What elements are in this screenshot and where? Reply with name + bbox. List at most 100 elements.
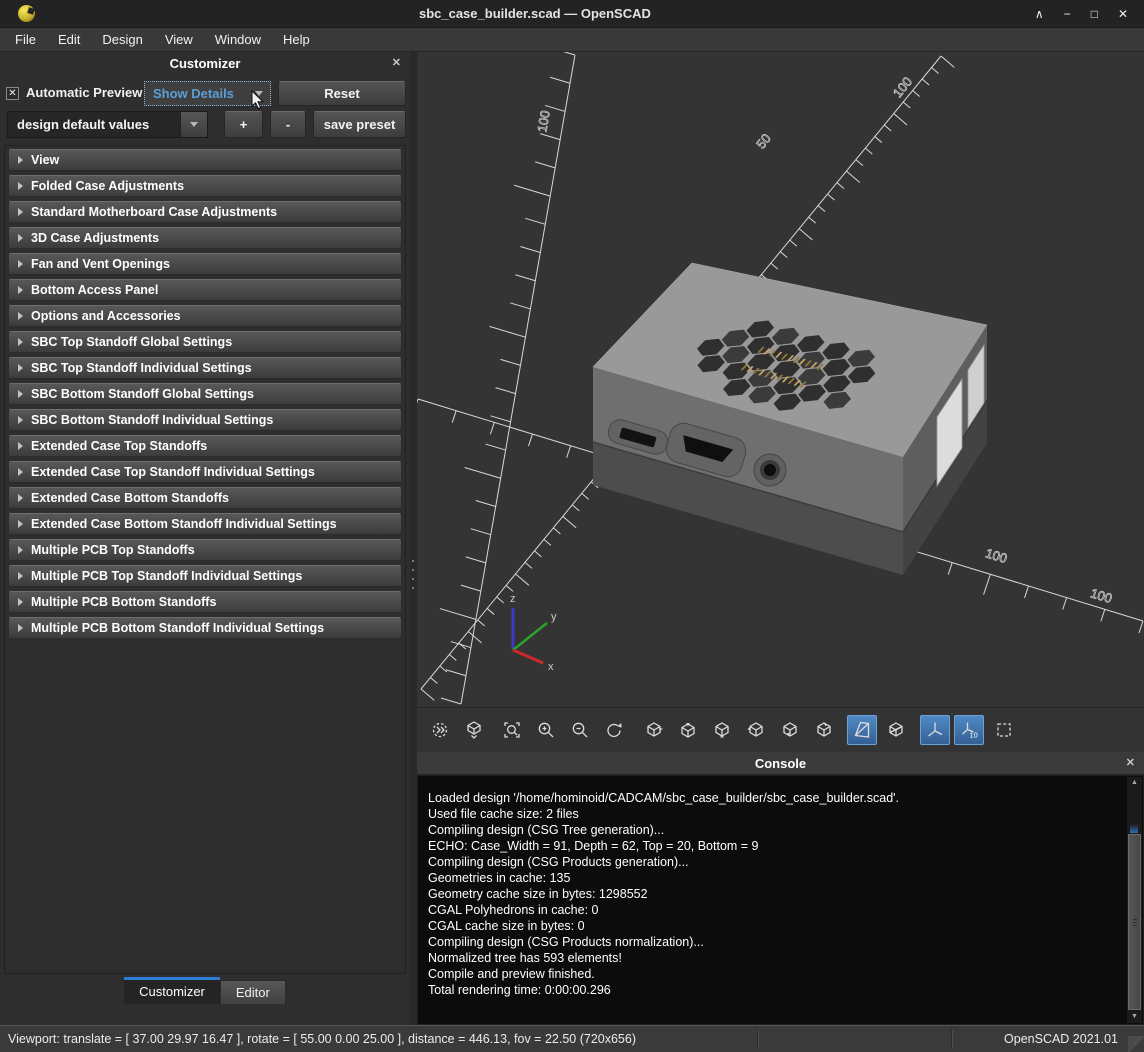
view-all-button[interactable] bbox=[459, 715, 489, 745]
customizer-section-list: View Folded Case Adjustments Standard Mo… bbox=[4, 145, 406, 974]
console-scrollbar[interactable]: ▲ ▼ bbox=[1127, 777, 1142, 1023]
section-view[interactable]: View bbox=[8, 149, 402, 171]
console-close-icon[interactable]: ✕ bbox=[1126, 756, 1135, 770]
section-ext-bottom-individual[interactable]: Extended Case Bottom Standoff Individual… bbox=[8, 513, 402, 535]
reset-rotation-icon bbox=[604, 720, 624, 740]
view-left-button[interactable] bbox=[741, 715, 771, 745]
customizer-controls-row1: Automatic Preview Show Details Reset bbox=[0, 81, 410, 107]
view-back-button[interactable] bbox=[809, 715, 839, 745]
console-line: CGAL Polyhedrons in cache: 0 bbox=[428, 902, 1119, 918]
svg-text:10: 10 bbox=[970, 731, 978, 740]
resize-grip[interactable] bbox=[1128, 1036, 1144, 1052]
console-line: Compiling design (CSG Tree generation)..… bbox=[428, 822, 1119, 838]
add-preset-button[interactable]: + bbox=[224, 111, 263, 138]
tab-editor[interactable]: Editor bbox=[220, 980, 286, 1004]
splitter-handle-icon bbox=[412, 560, 414, 562]
window-controls: ∧ − □ ✕ bbox=[1035, 7, 1128, 21]
console-log[interactable]: Loaded design '/home/hominoid/CADCAM/sbc… bbox=[417, 775, 1144, 1025]
close-button[interactable]: ✕ bbox=[1118, 7, 1128, 21]
section-sbc-top-global[interactable]: SBC Top Standoff Global Settings bbox=[8, 331, 402, 353]
console-panel: Console ✕ Loaded design '/home/hominoid/… bbox=[417, 752, 1144, 1025]
zoom-in-button[interactable] bbox=[531, 715, 561, 745]
chevron-right-icon bbox=[18, 624, 23, 632]
menu-edit[interactable]: Edit bbox=[47, 28, 91, 52]
view-bottom-icon bbox=[712, 720, 732, 740]
section-folded-case[interactable]: Folded Case Adjustments bbox=[8, 175, 402, 197]
orthogonal-button[interactable] bbox=[881, 715, 911, 745]
automatic-preview-checkbox[interactable] bbox=[6, 87, 19, 100]
zoom-fit-button[interactable] bbox=[497, 715, 527, 745]
customizer-close-icon[interactable]: ✕ bbox=[392, 56, 401, 70]
3d-viewport[interactable]: 100 50 100 100 100 bbox=[417, 52, 1144, 707]
view-bottom-button[interactable] bbox=[707, 715, 737, 745]
menu-view[interactable]: View bbox=[154, 28, 204, 52]
section-ext-bottom-standoffs[interactable]: Extended Case Bottom Standoffs bbox=[8, 487, 402, 509]
maximize-button[interactable]: □ bbox=[1091, 7, 1098, 21]
reset-view-icon bbox=[430, 720, 450, 740]
section-multi-pcb-top[interactable]: Multiple PCB Top Standoffs bbox=[8, 539, 402, 561]
view-top-button[interactable] bbox=[673, 715, 703, 745]
menu-file[interactable]: File bbox=[4, 28, 47, 52]
section-ext-top-individual[interactable]: Extended Case Top Standoff Individual Se… bbox=[8, 461, 402, 483]
shade-button[interactable]: ∧ bbox=[1035, 7, 1044, 21]
tab-customizer[interactable]: Customizer bbox=[124, 977, 220, 1004]
view-back-icon bbox=[814, 720, 834, 740]
view-front-button[interactable] bbox=[775, 715, 805, 745]
view-entire-button[interactable] bbox=[989, 715, 1019, 745]
openscad-logo-icon bbox=[18, 5, 35, 22]
svg-text:x: x bbox=[548, 661, 554, 673]
section-multi-pcb-bottom[interactable]: Multiple PCB Bottom Standoffs bbox=[8, 591, 402, 613]
chevron-right-icon bbox=[18, 312, 23, 320]
chevron-right-icon bbox=[18, 468, 23, 476]
reset-view-button[interactable] bbox=[425, 715, 455, 745]
section-sbc-bottom-global[interactable]: SBC Bottom Standoff Global Settings bbox=[8, 383, 402, 405]
view-front-icon bbox=[780, 720, 800, 740]
menu-help[interactable]: Help bbox=[272, 28, 321, 52]
scrollbar-thumb[interactable] bbox=[1128, 834, 1141, 1010]
view-entire-icon bbox=[994, 720, 1014, 740]
save-preset-button[interactable]: save preset bbox=[313, 111, 406, 138]
zoom-out-button[interactable] bbox=[565, 715, 595, 745]
show-axes-icon bbox=[925, 720, 945, 740]
section-ext-top-standoffs[interactable]: Extended Case Top Standoffs bbox=[8, 435, 402, 457]
menu-design[interactable]: Design bbox=[91, 28, 153, 52]
console-line: CGAL cache size in bytes: 0 bbox=[428, 918, 1119, 934]
section-options-accessories[interactable]: Options and Accessories bbox=[8, 305, 402, 327]
section-sbc-top-individual[interactable]: SBC Top Standoff Individual Settings bbox=[8, 357, 402, 379]
statusbar: Viewport: translate = [ 37.00 29.97 16.4… bbox=[0, 1025, 1144, 1052]
svg-text:z: z bbox=[510, 593, 516, 605]
preset-dropdown-value: design default values bbox=[17, 117, 149, 132]
remove-preset-button[interactable]: - bbox=[270, 111, 306, 138]
scroll-down-icon[interactable]: ▼ bbox=[1127, 1011, 1142, 1023]
section-multi-pcb-bottom-individual[interactable]: Multiple PCB Bottom Standoff Individual … bbox=[8, 617, 402, 639]
view-all-icon bbox=[464, 720, 484, 740]
viewport-canvas: 100 50 100 100 100 bbox=[417, 52, 1144, 707]
menu-window[interactable]: Window bbox=[204, 28, 272, 52]
section-multi-pcb-top-individual[interactable]: Multiple PCB Top Standoff Individual Set… bbox=[8, 565, 402, 587]
chevron-right-icon bbox=[18, 260, 23, 268]
perspective-button[interactable] bbox=[847, 715, 877, 745]
reset-button[interactable]: Reset bbox=[278, 81, 406, 106]
scroll-up-icon[interactable]: ▲ bbox=[1127, 777, 1142, 789]
panel-splitter[interactable] bbox=[410, 52, 417, 1025]
view-right-button[interactable] bbox=[639, 715, 669, 745]
preset-dropdown[interactable]: design default values bbox=[7, 111, 208, 138]
chevron-right-icon bbox=[18, 156, 23, 164]
bottom-tabs: Customizer Editor bbox=[0, 977, 410, 1004]
reset-rotation-button[interactable] bbox=[599, 715, 629, 745]
section-3d-case[interactable]: 3D Case Adjustments bbox=[8, 227, 402, 249]
viewport-toolbar: 10 bbox=[417, 707, 1144, 752]
show-scale-markers-button[interactable]: 10 bbox=[954, 715, 984, 745]
section-bottom-access[interactable]: Bottom Access Panel bbox=[8, 279, 402, 301]
section-fan-vent[interactable]: Fan and Vent Openings bbox=[8, 253, 402, 275]
chevron-right-icon bbox=[18, 546, 23, 554]
svg-text:y: y bbox=[551, 611, 557, 623]
section-standard-motherboard[interactable]: Standard Motherboard Case Adjustments bbox=[8, 201, 402, 223]
show-axes-button[interactable] bbox=[920, 715, 950, 745]
window-title: sbc_case_builder.scad — OpenSCAD bbox=[35, 6, 1035, 21]
console-line: Geometry cache size in bytes: 1298552 bbox=[428, 886, 1119, 902]
section-sbc-bottom-individual[interactable]: SBC Bottom Standoff Individual Settings bbox=[8, 409, 402, 431]
customizer-panel: Customizer ✕ Automatic Preview Show Deta… bbox=[0, 52, 410, 1025]
chevron-right-icon bbox=[18, 520, 23, 528]
minimize-button[interactable]: − bbox=[1064, 7, 1071, 21]
